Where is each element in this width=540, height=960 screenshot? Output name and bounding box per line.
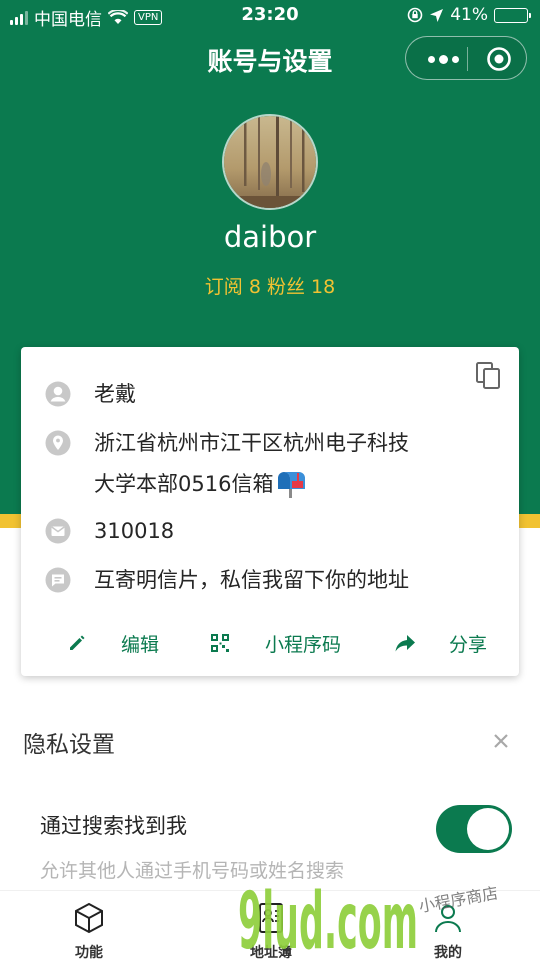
- search-visibility-toggle[interactable]: [436, 805, 512, 853]
- status-bar: 中国电信 VPN 23:20 41%: [0, 0, 540, 30]
- zip-row: 310018: [21, 511, 519, 551]
- tab-address-book[interactable]: 地址簿: [216, 891, 326, 960]
- qrcode-icon: [208, 631, 232, 655]
- battery-percent: 41%: [450, 5, 488, 25]
- orientation-lock-icon: [407, 7, 423, 23]
- person-icon: [45, 381, 71, 407]
- box-icon: [75, 902, 103, 934]
- edit-label: 编辑: [121, 633, 160, 656]
- more-dot-icon: [427, 55, 435, 63]
- zip-code: 310018: [94, 519, 175, 543]
- note-text: 互寄明信片，私信我留下你的地址: [94, 568, 409, 592]
- card-actions: 编辑 小程序码 分享: [21, 623, 519, 663]
- battery-icon: [494, 7, 531, 23]
- address-book-icon: [259, 903, 283, 933]
- qrcode-label: 小程序码: [265, 633, 342, 656]
- tab-features[interactable]: 功能: [34, 891, 144, 960]
- address-line-2: 大学本部0516信箱: [94, 472, 274, 496]
- location-pin-icon: [45, 430, 71, 456]
- name-row: 老戴: [21, 374, 519, 414]
- mail-icon: [45, 518, 71, 544]
- note-row: 互寄明信片，私信我留下你的地址: [21, 560, 519, 600]
- close-icon[interactable]: [488, 728, 514, 754]
- note-icon: [45, 567, 71, 593]
- avatar[interactable]: [222, 114, 318, 210]
- mini-program-capsule: [405, 36, 527, 80]
- tab-bar: 功能 地址簿 我的: [0, 890, 540, 960]
- qrcode-button[interactable]: 小程序码: [208, 623, 341, 663]
- tab-address-book-label: 地址簿: [250, 945, 292, 960]
- edit-button[interactable]: 编辑: [65, 623, 159, 663]
- mailbox-icon: [278, 472, 306, 498]
- capsule-divider: [467, 47, 468, 71]
- user-icon: [435, 905, 461, 933]
- tab-me-label: 我的: [434, 945, 462, 960]
- status-right: 41%: [407, 5, 531, 25]
- toggle-knob: [467, 808, 509, 850]
- more-menu-button[interactable]: [421, 37, 465, 81]
- close-mini-program-button[interactable]: [474, 37, 524, 81]
- username: daibor: [223, 220, 317, 254]
- address-line-2-wrap: 大学本部0516信箱: [94, 464, 493, 504]
- share-button[interactable]: 分享: [393, 623, 487, 663]
- search-setting-description: 允许其他人通过手机号码或姓名搜索: [40, 860, 345, 882]
- address-row: 浙江省杭州市江干区杭州电子科技 大学本部0516信箱: [21, 423, 519, 505]
- address-line-1: 浙江省杭州市江干区杭州电子科技: [94, 431, 409, 455]
- share-icon: [393, 631, 417, 655]
- tab-me[interactable]: 我的: [393, 891, 503, 960]
- target-close-icon: [487, 47, 511, 71]
- privacy-section-title: 隐私设置: [23, 732, 115, 758]
- more-dot-icon: [438, 54, 448, 64]
- address-card: 老戴 浙江省杭州市江干区杭州电子科技 大学本部0516信箱 310018 互寄明…: [21, 347, 519, 676]
- avatar-image: [224, 116, 316, 208]
- share-label: 分享: [449, 633, 488, 656]
- contact-name: 老戴: [94, 382, 136, 406]
- pencil-icon: [65, 631, 89, 655]
- more-dot-icon: [451, 55, 459, 63]
- follow-stats[interactable]: 订阅 8 粉丝 18: [0, 272, 540, 299]
- tab-features-label: 功能: [75, 945, 103, 960]
- search-setting-label: 通过搜索找到我: [40, 814, 187, 838]
- location-icon: [430, 8, 444, 22]
